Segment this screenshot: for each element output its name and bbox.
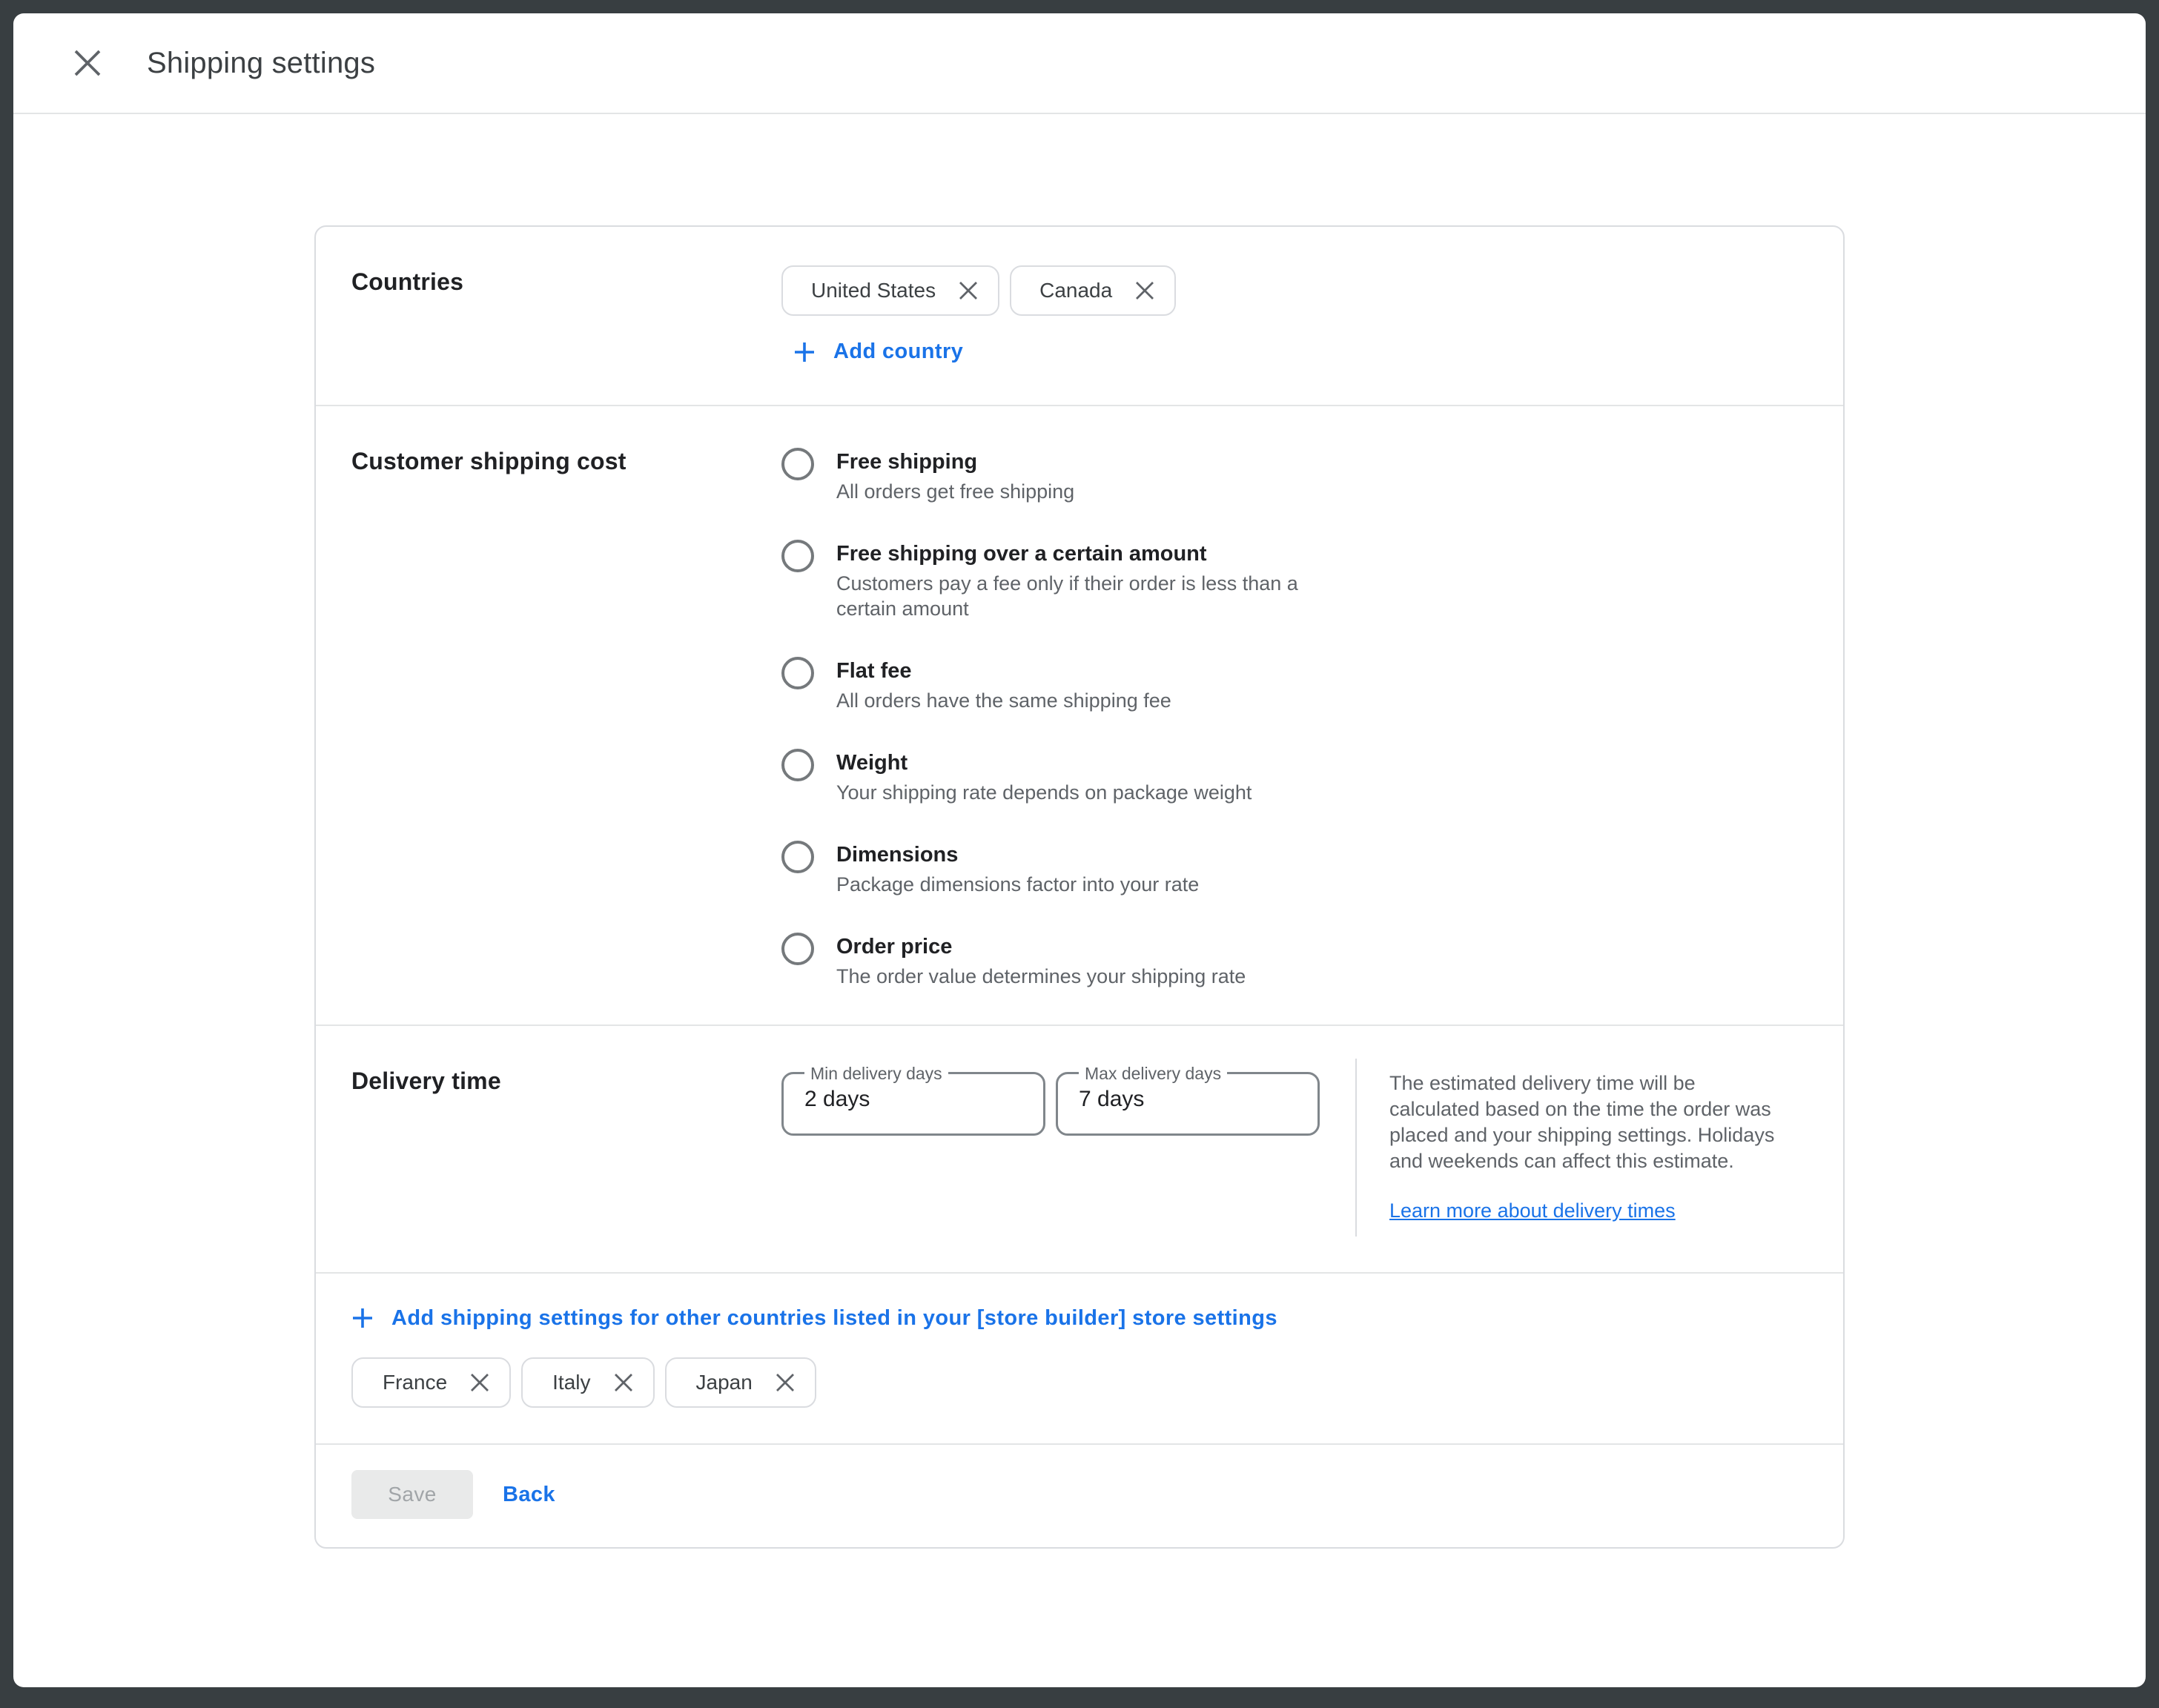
chip-remove-icon[interactable] [773,1371,797,1394]
option-title: Free shipping over a certain amount [836,540,1314,568]
option-desc: Package dimensions factor into your rate [836,872,1199,897]
option-weight[interactable]: Weight Your shipping rate depends on pac… [781,749,1808,805]
page-title: Shipping settings [147,47,375,80]
min-delivery-days-input[interactable] [801,1082,1028,1112]
countries-controls: United States Canada [781,265,1808,369]
section-countries: Countries United States Canada [316,227,1843,405]
option-dimensions[interactable]: Dimensions Package dimensions factor int… [781,841,1808,897]
delivery-controls: Min delivery days Max delivery days The … [781,1065,1808,1237]
chip-remove-icon[interactable] [956,279,980,302]
delivery-time-label: Delivery time [351,1065,781,1237]
chip-france[interactable]: France [351,1357,511,1408]
chip-label: Italy [552,1371,590,1394]
section-other-countries: Add shipping settings for other countrie… [316,1272,1843,1444]
plus-icon [351,1307,374,1329]
add-country-label: Add country [833,340,963,364]
option-title: Flat fee [836,657,1171,685]
chip-label: France [383,1371,447,1394]
radio-icon[interactable] [781,933,814,965]
option-desc: All orders get free shipping [836,479,1074,504]
other-chip-row: France Italy Japan [351,1357,1808,1408]
chip-label: Japan [696,1371,753,1394]
back-button[interactable]: Back [503,1483,555,1507]
chip-canada[interactable]: Canada [1010,265,1176,316]
radio-icon[interactable] [781,448,814,480]
vertical-divider [1355,1059,1357,1237]
option-free-over-amount[interactable]: Free shipping over a certain amount Cust… [781,540,1808,621]
section-shipping-cost: Customer shipping cost Free shipping All… [316,405,1843,1025]
shipping-cost-label: Customer shipping cost [351,445,781,989]
option-title: Weight [836,749,1252,777]
chip-label: Canada [1039,279,1112,302]
country-chip-row: United States Canada [781,265,1808,316]
add-other-countries-button[interactable]: Add shipping settings for other countrie… [351,1306,1277,1331]
settings-card: Countries United States Canada [314,225,1845,1549]
chip-label: United States [811,279,936,302]
footer-actions: Save Back [316,1443,1843,1547]
radio-icon[interactable] [781,841,814,873]
option-desc: Your shipping rate depends on package we… [836,780,1252,805]
add-other-countries-label: Add shipping settings for other countrie… [391,1306,1277,1331]
max-delivery-days-field: Max delivery days [1056,1065,1320,1136]
delivery-help-text: The estimated delivery time will be calc… [1389,1072,1774,1172]
option-desc: All orders have the same shipping fee [836,688,1171,713]
radio-icon[interactable] [781,657,814,689]
option-flat-fee[interactable]: Flat fee All orders have the same shippi… [781,657,1808,713]
countries-label: Countries [351,265,781,369]
chip-remove-icon[interactable] [612,1371,635,1394]
shipping-cost-options: Free shipping All orders get free shippi… [781,445,1808,989]
radio-icon[interactable] [781,749,814,781]
chip-remove-icon[interactable] [1133,279,1157,302]
learn-more-link[interactable]: Learn more about delivery times [1389,1198,1676,1224]
option-free-shipping[interactable]: Free shipping All orders get free shippi… [781,448,1808,504]
section-delivery-time: Delivery time Min delivery days Max deli… [316,1025,1843,1272]
close-button[interactable] [67,42,108,84]
delivery-help: The estimated delivery time will be calc… [1389,1065,1781,1224]
option-desc: Customers pay a fee only if their order … [836,571,1314,621]
shipping-settings-dialog: Shipping settings Countries United State… [13,13,2146,1687]
chip-italy[interactable]: Italy [521,1357,654,1408]
save-button[interactable]: Save [351,1470,473,1519]
add-country-button[interactable]: Add country [793,340,963,364]
min-delivery-days-label: Min delivery days [804,1065,948,1082]
option-title: Free shipping [836,448,1074,476]
max-delivery-days-input[interactable] [1076,1082,1303,1112]
option-title: Order price [836,933,1246,961]
option-order-price[interactable]: Order price The order value determines y… [781,933,1808,989]
plus-icon [793,341,816,363]
chip-united-states[interactable]: United States [781,265,999,316]
radio-icon[interactable] [781,540,814,572]
option-desc: The order value determines your shipping… [836,964,1246,989]
dialog-header: Shipping settings [13,13,2146,114]
chip-japan[interactable]: Japan [665,1357,816,1408]
chip-remove-icon[interactable] [468,1371,492,1394]
option-title: Dimensions [836,841,1199,869]
min-delivery-days-field: Min delivery days [781,1065,1045,1136]
close-icon [73,48,102,78]
max-delivery-days-label: Max delivery days [1079,1065,1227,1082]
